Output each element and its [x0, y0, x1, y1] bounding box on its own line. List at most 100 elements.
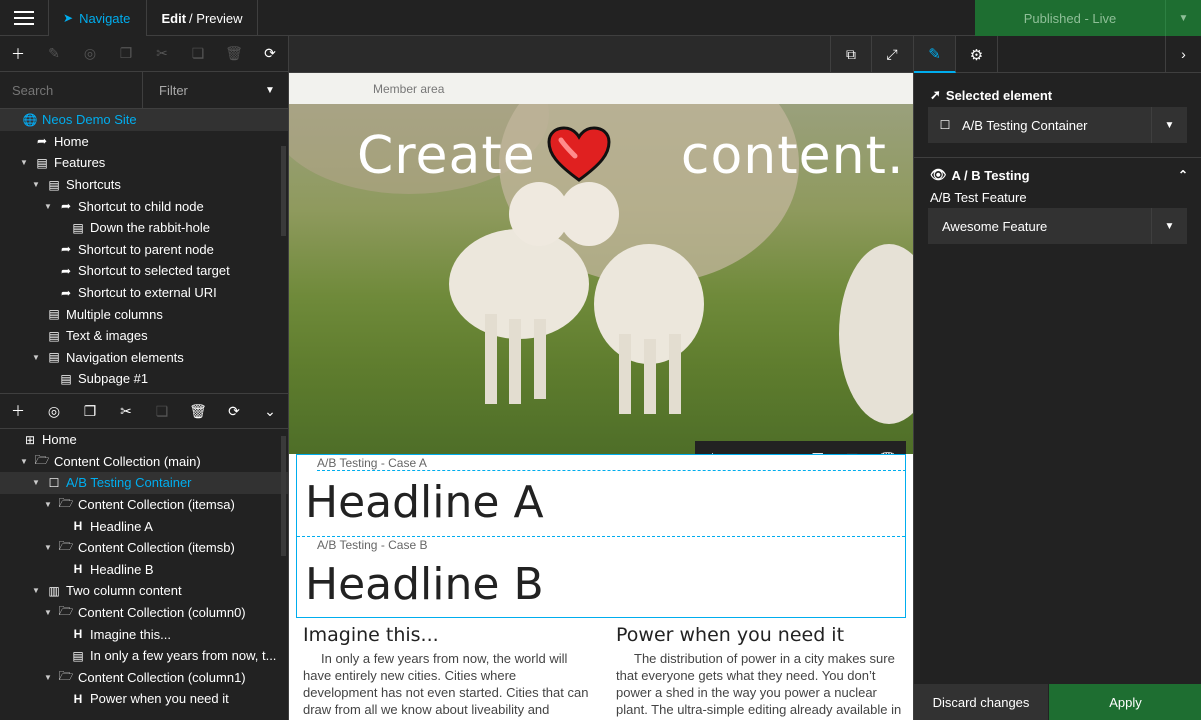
content_tree-node[interactable]: ▼ ▥ Two column content	[0, 580, 288, 602]
open-external-button[interactable]: ⧉	[830, 36, 871, 73]
collapse-content-tree-button[interactable]: ⌄	[252, 393, 288, 429]
delete-content-button[interactable]: 🗑	[180, 393, 216, 429]
page_tree-node[interactable]: ➦ Shortcut to external URI	[0, 282, 288, 304]
add-content-button[interactable]: ＋	[0, 393, 36, 429]
column-left-text[interactable]: In only a few years from now, the world …	[303, 650, 590, 720]
member-area-link[interactable]: Member area	[373, 82, 444, 96]
page_tree-node[interactable]: 🌐 Neos Demo Site	[0, 109, 288, 131]
page_tree-node[interactable]: ▼ ➦ Shortcut to child node	[0, 195, 288, 217]
menu-toggle-button[interactable]	[0, 0, 48, 36]
paste-content-button[interactable]: ❏	[144, 393, 180, 429]
content_tree-node[interactable]: ▼ 🗁 Content Collection (main)	[0, 451, 288, 473]
cut-page-button[interactable]: ✂	[144, 36, 180, 72]
tab-navigate[interactable]: ➤ Navigate	[48, 0, 147, 36]
discard-changes-button[interactable]: Discard changes	[914, 684, 1048, 720]
sitemap-icon: ⊞	[24, 432, 36, 447]
page_tree-node[interactable]: ▤ Multiple columns	[0, 303, 288, 325]
ab-test-feature-select[interactable]: Awesome Feature ▼	[928, 208, 1187, 244]
page-tree-scrollbar[interactable]	[281, 146, 286, 236]
content_tree-node[interactable]: ▼ 🗁 Content Collection (itemsb)	[0, 537, 288, 559]
copy-page-button[interactable]: ❐	[108, 36, 144, 72]
content_tree-node[interactable]: ▼ 🗁 Content Collection (column0)	[0, 602, 288, 624]
content_tree-node[interactable]: ▤ In only a few years from now, t...	[0, 645, 288, 667]
inline-copy-button[interactable]: ❐	[800, 441, 835, 455]
paste-page-button[interactable]: ❏	[180, 36, 216, 72]
content_tree-node[interactable]: H Power when you need it	[0, 688, 288, 710]
cut-content-button[interactable]: ✂	[108, 393, 144, 429]
toggle-caret-icon[interactable]: ▼	[42, 500, 54, 509]
page_tree-node[interactable]: ▼ ▤ Navigation elements	[0, 347, 288, 369]
plus-icon: ＋	[11, 45, 25, 62]
inline-add-button[interactable]: ＋	[695, 441, 730, 454]
ab-testing-container[interactable]: A/B Testing - Case A Headline A A/B Test…	[296, 454, 906, 618]
publish-button[interactable]: Published - Live	[975, 11, 1165, 26]
inline-cut-button[interactable]: ✂	[765, 441, 800, 455]
hide-content-button[interactable]: ◎	[36, 393, 72, 429]
toggle-caret-icon[interactable]: ▼	[18, 457, 30, 466]
content_tree-node[interactable]: H Headline A	[0, 515, 288, 537]
page_tree-node[interactable]: ▤ Text & images	[0, 325, 288, 347]
ab-case-b[interactable]: A/B Testing - Case B Headline B	[297, 537, 905, 619]
tab-content-properties[interactable]: ✎	[914, 36, 956, 73]
inline-hide-button[interactable]: ◎	[730, 441, 765, 455]
page_tree-node[interactable]: ➦ Shortcut to parent node	[0, 239, 288, 261]
tab-settings[interactable]: ⚙	[956, 36, 998, 73]
headline-b[interactable]: Headline B	[305, 559, 544, 610]
eye-slash-icon: ◎	[83, 45, 97, 61]
shortcut-icon: ➦	[60, 263, 72, 278]
copy-content-button[interactable]: ❐	[72, 393, 108, 429]
toggle-caret-icon[interactable]: ▼	[30, 586, 42, 595]
refresh-tree-button[interactable]: ⟳	[252, 36, 288, 72]
toggle-caret-icon[interactable]: ▼	[30, 353, 42, 362]
square-icon: ☐	[48, 475, 60, 490]
ab-case-a[interactable]: A/B Testing - Case A Headline A	[297, 455, 906, 537]
toggle-caret-icon[interactable]: ▼	[42, 608, 54, 617]
content_tree-node[interactable]: ⊞ Home	[0, 429, 288, 451]
toggle-caret-icon[interactable]: ▼	[30, 180, 42, 189]
toggle-caret-icon[interactable]: ▼	[42, 673, 54, 682]
apply-button[interactable]: Apply	[1049, 684, 1201, 720]
tab-edit-preview[interactable]: Edit / Preview	[147, 0, 258, 36]
ab-testing-group-title: A / B Testing	[951, 167, 1030, 183]
add-page-button[interactable]: ＋	[0, 36, 36, 72]
collapse-inspector-button[interactable]: ›	[1165, 36, 1201, 72]
page_tree-node[interactable]: ▤ Down the rabbit-hole	[0, 217, 288, 239]
selected-element-select[interactable]: ☐ A/B Testing Container ▼	[928, 107, 1187, 143]
hero-image[interactable]: Create content. ＋ ◎ ✂ ❐ ❏ 🗑	[289, 104, 913, 454]
page_tree-node[interactable]: ▼ ▤ Shortcuts	[0, 174, 288, 196]
tab-preview-label: / Preview	[189, 10, 243, 26]
content_tree-node[interactable]: ▼ 🗁 Content Collection (itemsa)	[0, 494, 288, 516]
content_tree-node[interactable]: H Headline B	[0, 559, 288, 581]
left-sidebar: ＋ ✎ ◎ ❐ ✂ ❏ 🗑 ⟳ Filter ▼ 🌐 Neos Demo Site…	[0, 36, 289, 720]
fullscreen-button[interactable]: ⤢	[871, 36, 912, 73]
content_tree-node[interactable]: H Imagine this...	[0, 623, 288, 645]
column-left-heading[interactable]: Imagine this...	[303, 624, 590, 646]
toggle-caret-icon[interactable]: ▼	[18, 158, 30, 167]
delete-page-button[interactable]: 🗑	[216, 36, 252, 72]
hide-page-button[interactable]: ◎	[72, 36, 108, 72]
toggle-caret-icon[interactable]: ▼	[30, 478, 42, 487]
page_tree-node[interactable]: ➦ Home	[0, 131, 288, 153]
inline-delete-button[interactable]: 🗑	[870, 441, 905, 455]
content-tree-scrollbar[interactable]	[281, 436, 286, 556]
toggle-caret-icon[interactable]: ▼	[42, 543, 54, 552]
search-input[interactable]	[0, 72, 143, 108]
filter-select[interactable]: Filter ▼	[143, 72, 288, 108]
inline-paste-button[interactable]: ❏	[835, 441, 870, 455]
shortcut-icon: ➦	[60, 199, 72, 214]
page_tree-node[interactable]: ▤ Subpage #1	[0, 368, 288, 390]
page_tree-node[interactable]: ➦ Shortcut to selected target	[0, 260, 288, 282]
column-right-text[interactable]: The distribution of power in a city make…	[616, 650, 903, 720]
expand-icon: ⤢	[886, 46, 898, 62]
column-right-heading[interactable]: Power when you need it	[616, 624, 903, 646]
content_tree-node[interactable]: ▼ ☐ A/B Testing Container	[0, 472, 288, 494]
refresh-content-button[interactable]: ⟳	[216, 393, 252, 429]
selected-element-title: Selected element	[945, 87, 1053, 103]
edit-page-button[interactable]: ✎	[36, 36, 72, 72]
content_tree-node[interactable]: ▼ 🗁 Content Collection (column1)	[0, 667, 288, 689]
headline-a[interactable]: Headline A	[305, 477, 544, 528]
toggle-caret-icon[interactable]: ▼	[42, 202, 54, 211]
page_tree-node[interactable]: ▼ ▤ Features	[0, 152, 288, 174]
page_tree-node-label: Shortcut to child node	[78, 198, 204, 214]
publish-dropdown-button[interactable]: ▼	[1165, 0, 1201, 36]
